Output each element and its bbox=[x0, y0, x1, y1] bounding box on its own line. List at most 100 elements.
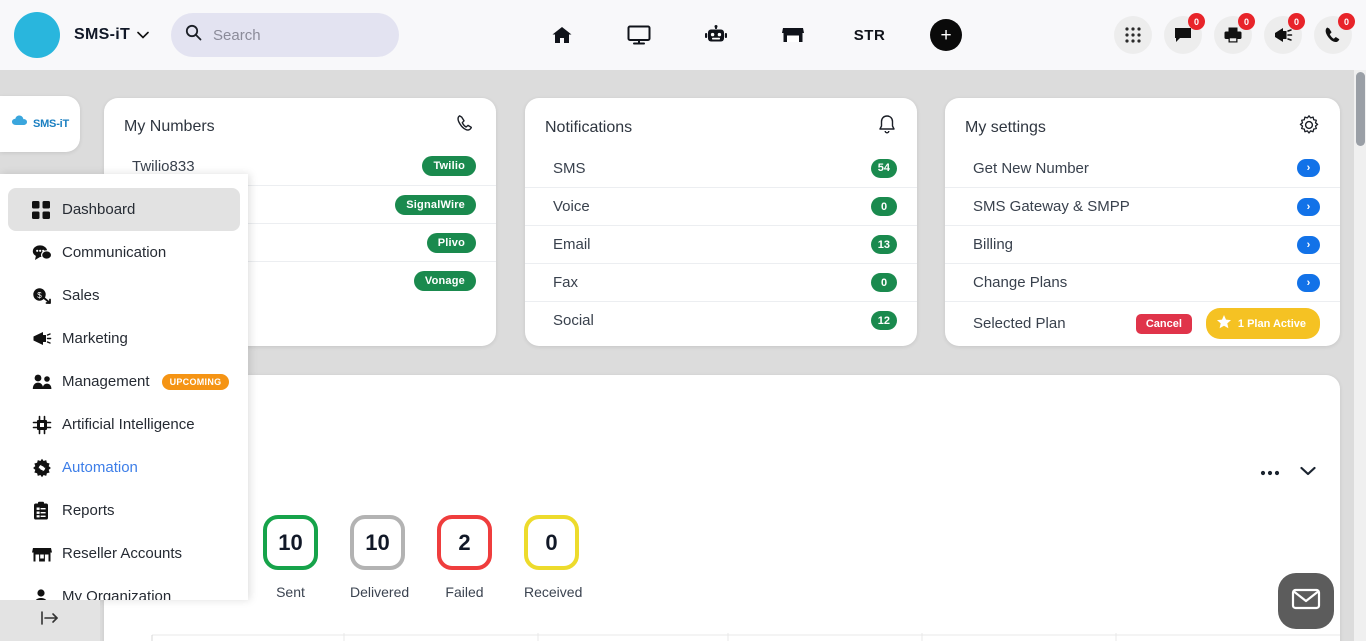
sidebar-item-label: Sales bbox=[62, 287, 100, 304]
notification-count: 54 bbox=[870, 158, 897, 178]
phone-badge: 0 bbox=[1338, 13, 1355, 30]
selected-plan-row: Selected Plan Cancel 1 Plan Active bbox=[945, 301, 1340, 345]
notification-count: 12 bbox=[870, 311, 897, 330]
setting-label: Billing bbox=[973, 236, 1014, 253]
bell-icon[interactable] bbox=[877, 114, 897, 141]
upcoming-badge: UPCOMING bbox=[161, 373, 230, 390]
star-icon bbox=[1216, 314, 1232, 333]
notification-row[interactable]: Email 13 bbox=[525, 225, 917, 263]
cloud-icon bbox=[11, 114, 33, 134]
stat-label: Delivered bbox=[350, 584, 410, 600]
notification-row[interactable]: Social 12 bbox=[525, 301, 917, 339]
clipboard-icon bbox=[32, 501, 62, 521]
phone-button[interactable]: 0 bbox=[1314, 13, 1355, 54]
megaphone-button[interactable]: 0 bbox=[1264, 13, 1305, 54]
sidebar-logo[interactable]: SMS-iT bbox=[0, 96, 80, 152]
notification-count: 13 bbox=[870, 235, 897, 254]
sidebar-item-reseller-accounts[interactable]: Reseller Accounts bbox=[8, 532, 240, 575]
sidebar-item-label: Reports bbox=[62, 502, 115, 519]
gear-icon bbox=[32, 458, 62, 478]
notification-label: SMS bbox=[553, 159, 586, 177]
chevron-down-icon[interactable] bbox=[137, 28, 149, 42]
collapse-arrow-icon bbox=[39, 610, 61, 631]
sales-icon: $ bbox=[32, 287, 62, 305]
chevron-right-icon[interactable]: › bbox=[1297, 273, 1320, 292]
people-icon bbox=[32, 373, 62, 391]
stat-delivered[interactable]: 10 Delivered bbox=[350, 515, 410, 600]
store-icon[interactable] bbox=[754, 25, 831, 45]
sidebar-item-label: Marketing bbox=[62, 330, 128, 347]
chip-icon bbox=[32, 415, 62, 435]
selected-plan-label: Selected Plan bbox=[973, 315, 1066, 332]
brand-name[interactable]: SMS-iT bbox=[74, 26, 130, 44]
chevron-right-icon[interactable]: › bbox=[1297, 235, 1320, 254]
chevron-right-icon[interactable]: › bbox=[1297, 197, 1320, 216]
avatar[interactable] bbox=[14, 12, 60, 58]
chat-button[interactable]: 0 bbox=[1164, 13, 1205, 54]
more-dots-icon[interactable] bbox=[1260, 463, 1280, 481]
setting-label: SMS Gateway & SMPP bbox=[973, 198, 1130, 215]
setting-row[interactable]: Get New Number › bbox=[945, 149, 1340, 187]
notifications-card: Notifications SMS 54 Voice 0 Email 13 Fa… bbox=[525, 98, 917, 346]
search-input[interactable]: Search bbox=[171, 13, 400, 57]
my-settings-title: My settings bbox=[965, 118, 1046, 136]
notifications-header: Notifications bbox=[525, 98, 917, 149]
robot-icon[interactable] bbox=[677, 25, 754, 45]
sidebar-item-sales[interactable]: $ Sales bbox=[8, 274, 240, 317]
home-icon[interactable] bbox=[523, 25, 600, 45]
sidebar-item-dashboard[interactable]: Dashboard bbox=[8, 188, 240, 231]
search-placeholder: Search bbox=[213, 26, 261, 44]
gear-icon[interactable] bbox=[1298, 114, 1320, 141]
sidebar-item-reports[interactable]: Reports bbox=[8, 489, 240, 532]
provider-badge: SignalWire bbox=[395, 194, 476, 215]
plan-active-label: 1 Plan Active bbox=[1237, 317, 1306, 330]
main-panel: Queued 10 Sent 10 Delivered 2 Failed 0 R… bbox=[104, 375, 1340, 641]
setting-row[interactable]: Billing › bbox=[945, 225, 1340, 263]
sidebar-item-communication[interactable]: Communication bbox=[8, 231, 240, 274]
sidebar: Dashboard Communication $ Sales Marketin… bbox=[0, 174, 248, 600]
sidebar-item-label: Artificial Intelligence bbox=[62, 416, 195, 433]
chevron-right-icon[interactable]: › bbox=[1297, 159, 1320, 177]
apps-grid-icon bbox=[1114, 16, 1152, 54]
notification-row[interactable]: Fax 0 bbox=[525, 263, 917, 301]
sidebar-item-management[interactable]: Management UPCOMING bbox=[8, 360, 240, 403]
chat-badge: 0 bbox=[1188, 13, 1205, 30]
stat-label: Failed bbox=[445, 584, 484, 600]
page-scrollbar[interactable] bbox=[1354, 70, 1366, 641]
str-label[interactable]: STR bbox=[831, 27, 908, 44]
chart: 8 7 bbox=[104, 633, 1340, 641]
cancel-button[interactable]: Cancel bbox=[1135, 313, 1192, 334]
provider-badge: Plivo bbox=[426, 232, 476, 253]
envelope-icon bbox=[1291, 587, 1321, 616]
sidebar-item-automation[interactable]: Automation bbox=[8, 446, 240, 489]
stat-sent[interactable]: 10 Sent bbox=[263, 515, 318, 600]
sidebar-item-marketing[interactable]: Marketing bbox=[8, 317, 240, 360]
notification-row[interactable]: Voice 0 bbox=[525, 187, 917, 225]
printer-button[interactable]: 0 bbox=[1214, 13, 1255, 54]
my-settings-header: My settings bbox=[945, 98, 1340, 149]
add-button[interactable]: + bbox=[930, 19, 963, 51]
megaphone-icon bbox=[32, 330, 62, 348]
setting-row[interactable]: Change Plans › bbox=[945, 263, 1340, 301]
scrollbar-thumb[interactable] bbox=[1356, 72, 1365, 146]
sidebar-item-artificial-intelligence[interactable]: Artificial Intelligence bbox=[8, 403, 240, 446]
stat-value: 10 bbox=[263, 515, 318, 570]
stat-failed[interactable]: 2 Failed bbox=[437, 515, 492, 600]
chevron-down-icon[interactable] bbox=[1300, 463, 1316, 481]
plan-active-badge[interactable]: 1 Plan Active bbox=[1205, 308, 1320, 339]
chat-fab-button[interactable] bbox=[1278, 573, 1334, 629]
notifications-title: Notifications bbox=[545, 118, 633, 136]
notification-label: Voice bbox=[553, 198, 590, 215]
sidebar-logo-text: SMS-iT bbox=[32, 118, 70, 130]
setting-row[interactable]: SMS Gateway & SMPP › bbox=[945, 187, 1340, 225]
desktop-icon[interactable] bbox=[600, 25, 677, 45]
stat-received[interactable]: 0 Received bbox=[524, 515, 582, 600]
sidebar-collapse-button[interactable] bbox=[0, 600, 100, 641]
notification-label: Email bbox=[553, 236, 591, 253]
phone-icon[interactable] bbox=[456, 114, 476, 139]
sidebar-item-my-organization[interactable]: My Organization bbox=[8, 575, 240, 600]
storefront-icon bbox=[32, 545, 62, 563]
stat-value: 0 bbox=[524, 515, 579, 570]
notification-row[interactable]: SMS 54 bbox=[525, 149, 917, 187]
apps-grid-button[interactable] bbox=[1114, 16, 1152, 54]
